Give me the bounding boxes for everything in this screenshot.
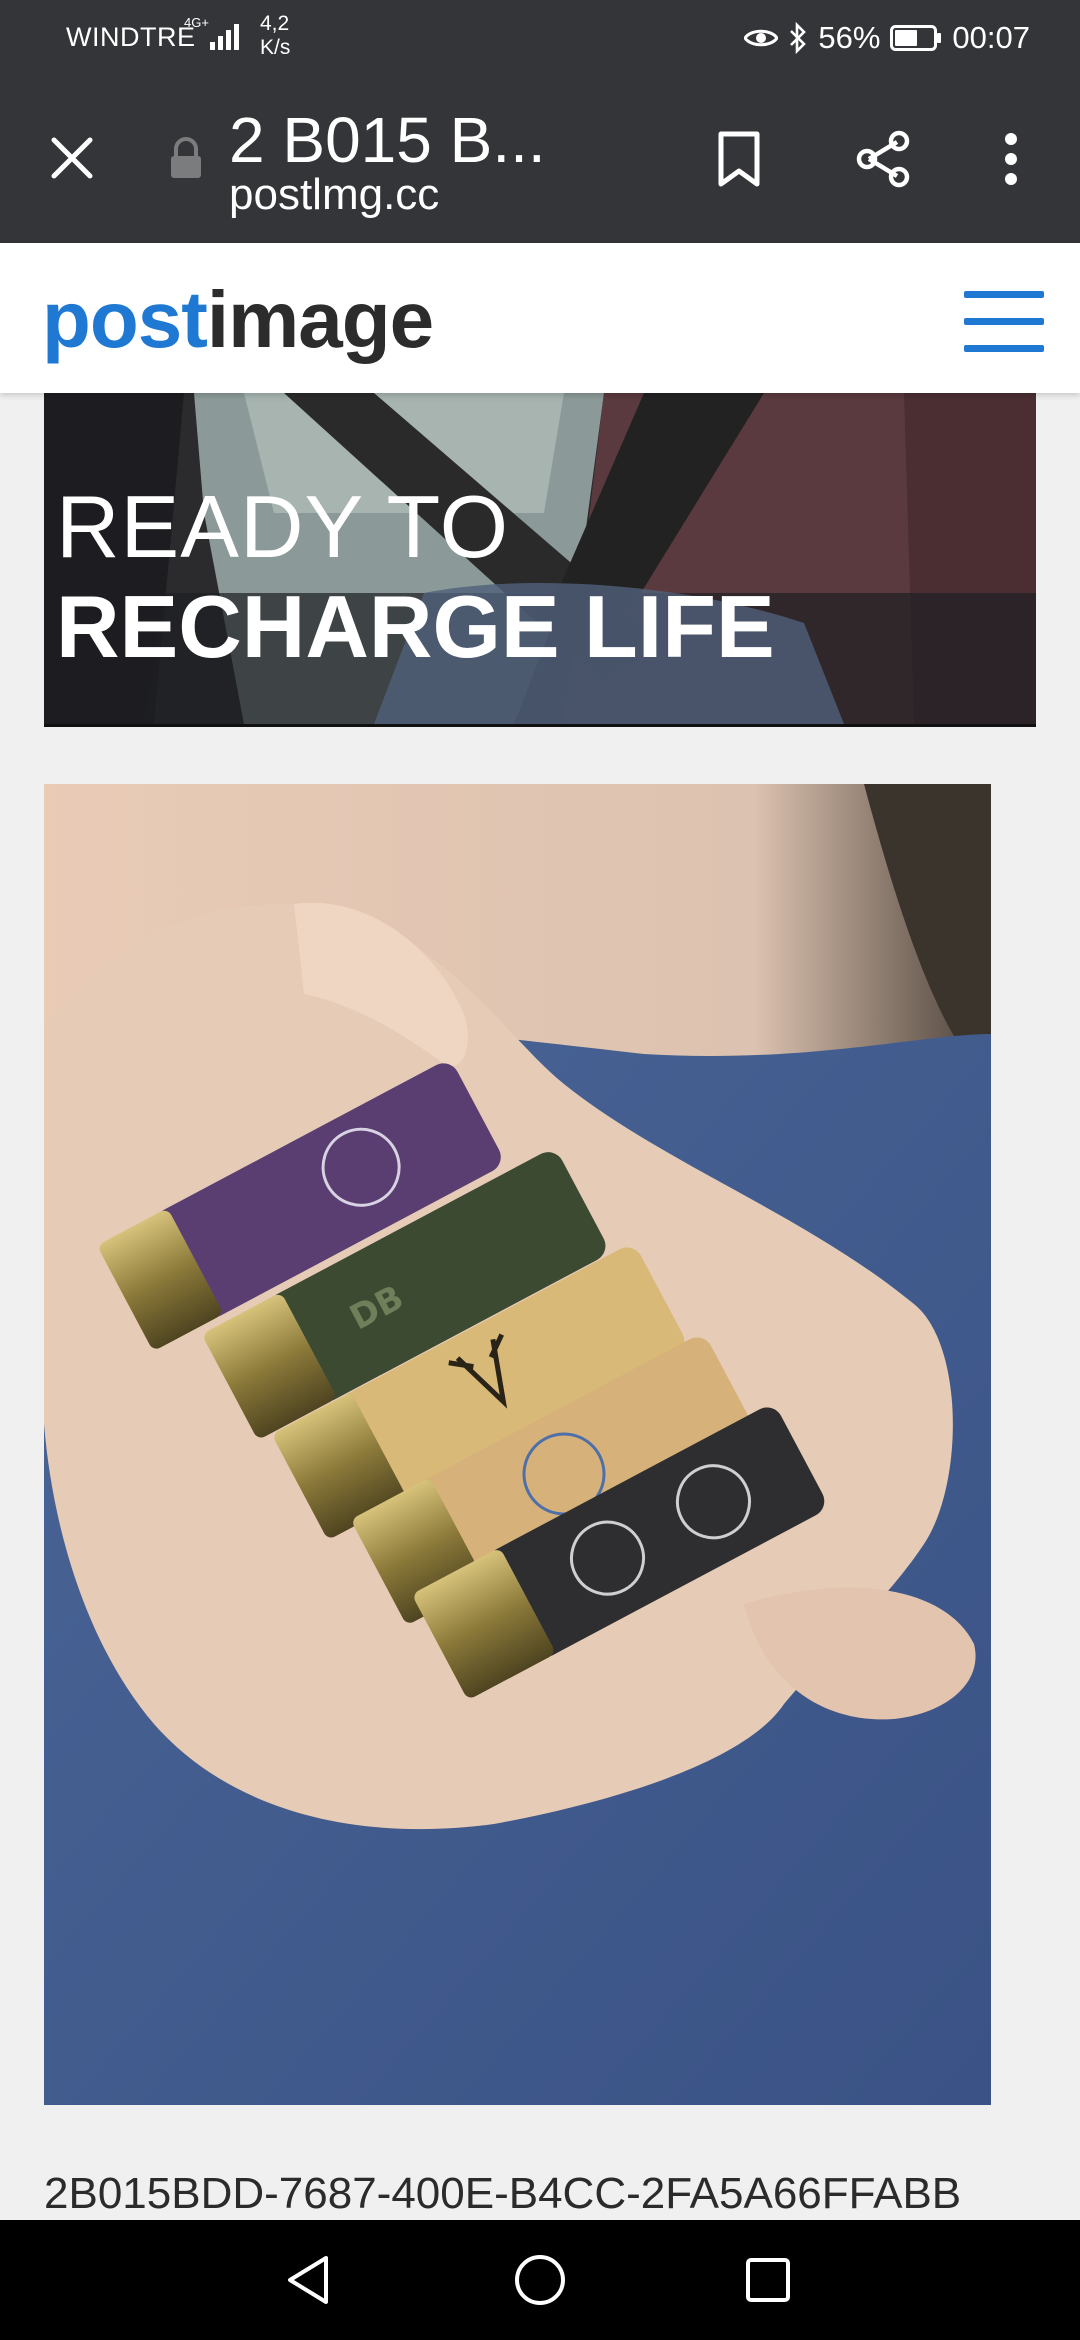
speed-value: 4,2 [260,12,290,35]
bluetooth-icon [788,22,808,54]
browser-toolbar: 2 B015 B... postlmg.cc [0,76,1080,243]
ad-banner[interactable]: READY TO RECHARGE LIFE [44,393,1036,727]
recents-icon[interactable] [738,2250,798,2310]
battery-percent: 56% [818,20,881,55]
image-filename: 2B015BDD-7687-400E-B4CC-2FA5A66FFABB [44,2169,962,2218]
page-url[interactable]: postlmg.cc [229,170,439,220]
carrier-label: WINDTRE [66,22,196,52]
back-icon[interactable] [278,2250,338,2310]
network-speed: 4,2 K/s [260,12,290,60]
ad-headline-2: RECHARGE LIFE [56,577,775,676]
logo-image: image [206,275,434,364]
site-header: postimage [0,243,1080,393]
status-bar: WINDTRE 4G+ 4,2 K/s 56% 00:07 [0,0,1080,76]
uploaded-photo[interactable]: DB [44,784,991,2105]
eye-icon [744,26,779,50]
more-vert-icon[interactable] [976,124,1046,194]
logo-post: post [42,275,208,364]
photo-illustration: DB [44,784,991,2105]
status-right: 56% 00:07 [744,18,1030,58]
system-nav-bar [0,2220,1080,2340]
menu-icon[interactable] [964,291,1044,353]
home-icon[interactable] [510,2250,570,2310]
close-icon[interactable] [40,126,104,190]
site-logo[interactable]: postimage [42,275,434,365]
share-icon[interactable] [848,124,918,194]
page-title: 2 B015 B... [229,104,546,176]
clock: 00:07 [952,20,1030,55]
network-type: 4G+ [184,15,209,30]
bookmark-icon[interactable] [704,124,774,194]
signal-icon [210,20,246,55]
speed-unit: K/s [260,36,291,59]
battery-icon [890,24,942,52]
lock-icon [168,136,204,180]
ad-headline-1: READY TO [56,477,510,576]
